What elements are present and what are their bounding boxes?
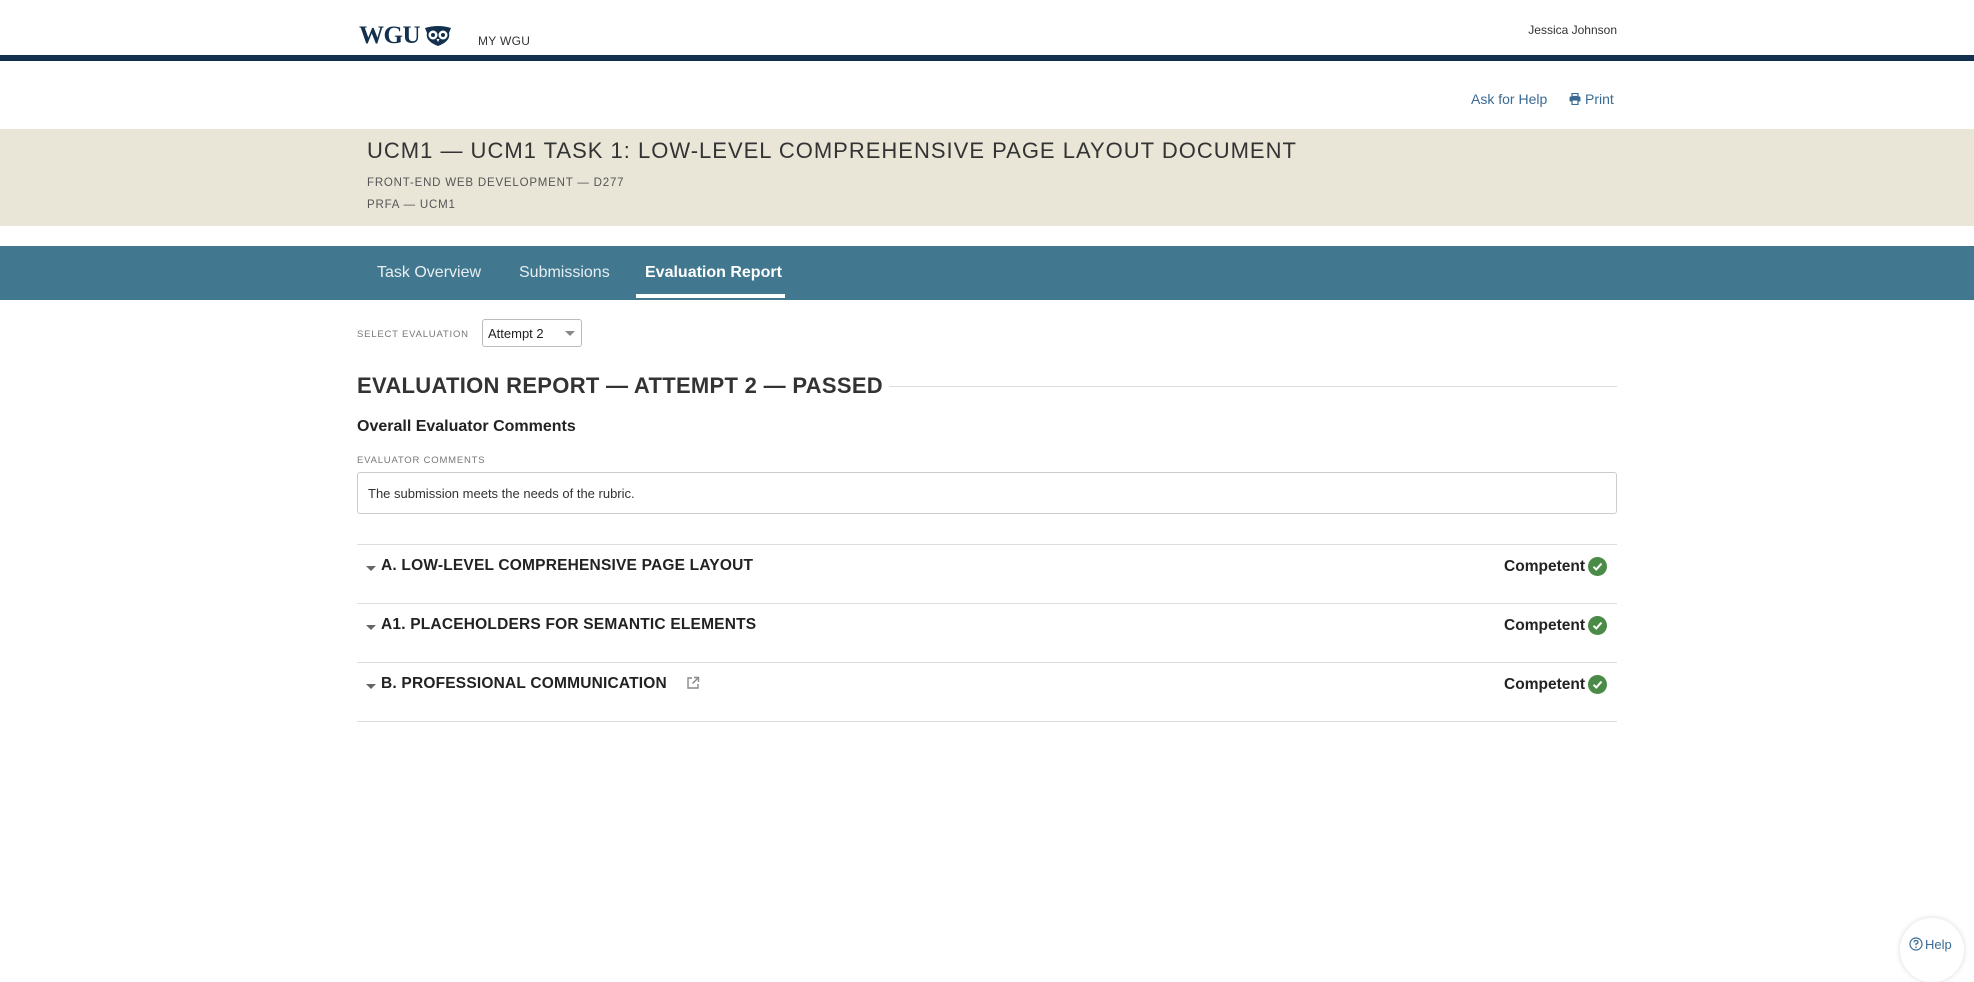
help-button[interactable]: Help <box>1900 918 1964 982</box>
check-circle-icon <box>1588 675 1607 694</box>
heading-rule <box>830 386 1617 387</box>
my-wgu-link[interactable]: MY WGU <box>478 34 530 48</box>
status-badge: Competent <box>1504 557 1607 576</box>
assessment-code: PRFA — UCM1 <box>367 199 456 211</box>
status-label: Competent <box>1504 675 1585 693</box>
tab-task-overview[interactable]: Task Overview <box>377 246 481 300</box>
rubric-title: A. LOW-LEVEL COMPREHENSIVE PAGE LAYOUT <box>381 557 754 574</box>
status-label: Competent <box>1504 557 1585 575</box>
status-label: Competent <box>1504 616 1585 634</box>
caret-down-icon <box>366 566 376 571</box>
printer-icon <box>1569 93 1581 105</box>
active-tab-indicator <box>636 294 785 298</box>
status-badge: Competent <box>1504 616 1607 635</box>
evaluation-select-value: Attempt 2 <box>488 325 544 341</box>
print-link[interactable]: Print <box>1569 91 1614 107</box>
chevron-down-icon <box>565 331 575 336</box>
external-link-icon[interactable] <box>686 676 700 695</box>
print-label: Print <box>1585 91 1614 107</box>
tab-evaluation-report[interactable]: Evaluation Report <box>645 246 782 300</box>
evaluator-comments-box: The submission meets the needs of the ru… <box>357 472 1617 514</box>
tab-submissions[interactable]: Submissions <box>519 246 610 300</box>
rubric-title: A1. PLACEHOLDERS FOR SEMANTIC ELEMENTS <box>381 616 757 633</box>
help-label: Help <box>1925 937 1952 952</box>
owl-icon <box>425 26 451 46</box>
select-evaluation-label: SELECT EVALUATION <box>357 329 469 340</box>
evaluation-select[interactable]: Attempt 2 <box>482 319 582 347</box>
course-name: FRONT-END WEB DEVELOPMENT — D277 <box>367 177 625 189</box>
tab-bar: Task Overview Submissions Evaluation Rep… <box>0 246 1974 300</box>
top-header: WGU MY WGU Jessica Johnson <box>0 0 1974 55</box>
user-name[interactable]: Jessica Johnson <box>1528 23 1617 37</box>
status-badge: Competent <box>1504 675 1607 694</box>
rubric-title: B. PROFESSIONAL COMMUNICATION <box>381 675 667 692</box>
evaluator-comments-text: The submission meets the needs of the ru… <box>368 485 635 501</box>
caret-down-icon <box>366 625 376 630</box>
rubric-row-a[interactable]: A. LOW-LEVEL COMPREHENSIVE PAGE LAYOUT C… <box>357 544 1617 603</box>
check-circle-icon <box>1588 616 1607 635</box>
caret-down-icon <box>366 684 376 689</box>
rubric-row-a1[interactable]: A1. PLACEHOLDERS FOR SEMANTIC ELEMENTS C… <box>357 603 1617 662</box>
rubric-divider <box>357 721 1617 722</box>
logo-text: WGU <box>359 22 421 49</box>
ask-for-help-link[interactable]: Ask for Help <box>1471 91 1547 107</box>
rubric-row-b[interactable]: B. PROFESSIONAL COMMUNICATION Competent <box>357 662 1617 721</box>
page-title: UCM1 — UCM1 TASK 1: LOW-LEVEL COMPREHENS… <box>367 138 1297 163</box>
question-circle-icon <box>1909 937 1923 951</box>
evaluation-report-heading: EVALUATION REPORT — ATTEMPT 2 — PASSED <box>357 373 889 399</box>
evaluator-comments-label: EVALUATOR COMMENTS <box>357 455 486 466</box>
overall-comments-title: Overall Evaluator Comments <box>357 418 576 435</box>
wgu-logo[interactable]: WGU <box>359 22 453 50</box>
check-circle-icon <box>1588 557 1607 576</box>
header-divider <box>0 55 1974 61</box>
